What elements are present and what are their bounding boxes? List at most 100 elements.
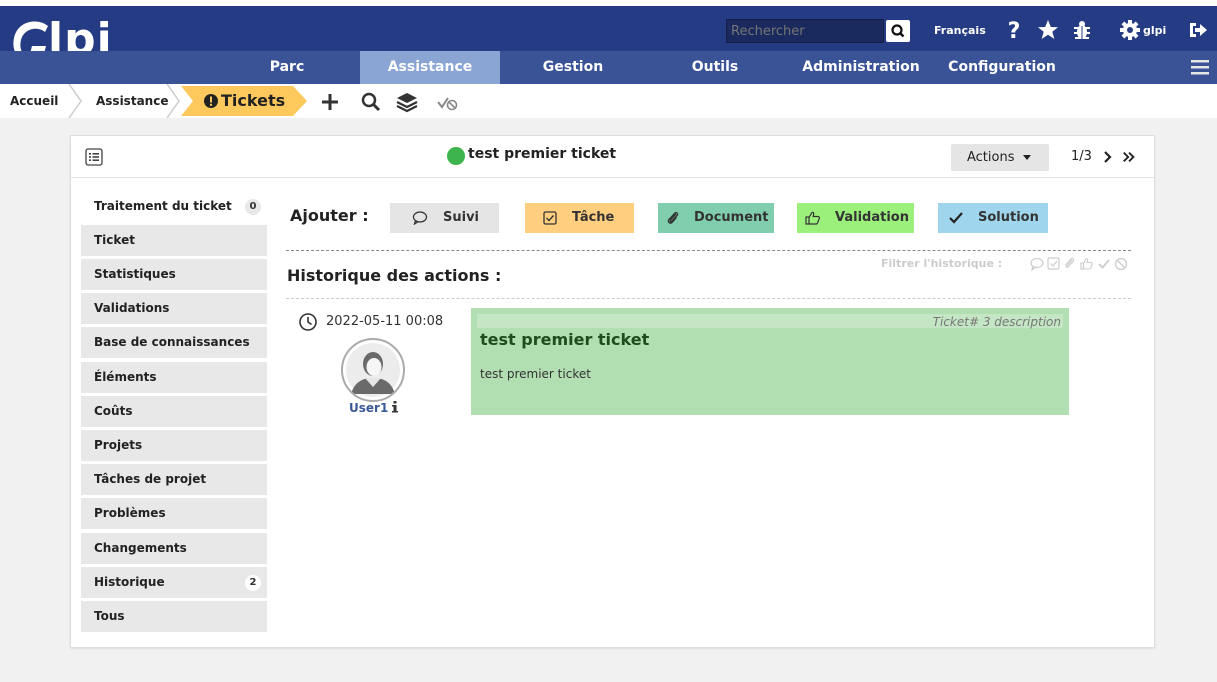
history-user[interactable]: User1 (349, 401, 388, 415)
divider (286, 298, 1131, 299)
breadcrumb-separator-icon (68, 84, 82, 118)
caret-down-icon (1023, 155, 1031, 160)
add-document-button[interactable]: Document (658, 203, 774, 233)
breadcrumb-current-label: Tickets (221, 91, 286, 110)
menu-gestion[interactable]: Gestion (530, 51, 616, 84)
pager-count: 1/3 (1071, 149, 1092, 164)
comment-icon (412, 211, 428, 225)
top-strip (0, 0, 1217, 6)
add-label: Ajouter : (290, 206, 369, 225)
add-task-button[interactable]: Tâche (525, 203, 634, 233)
avatar[interactable] (341, 338, 405, 402)
tab-elements[interactable]: Éléments (81, 362, 267, 393)
tab-label: Projets (94, 438, 143, 452)
ticket-panel: test premier ticket Actions 1/3 Traiteme… (70, 135, 1155, 648)
star-icon[interactable] (1036, 17, 1060, 43)
checkbox-icon (543, 211, 557, 225)
tab-label: Traitement du ticket (94, 199, 232, 213)
tab-taches-projet[interactable]: Tâches de projet (81, 464, 267, 495)
menu-parc[interactable]: Parc (254, 51, 320, 84)
tab-statistiques[interactable]: Statistiques (81, 259, 267, 290)
history-title: Historique des actions : (287, 266, 502, 285)
add-validation-button[interactable]: Validation (797, 203, 914, 233)
logout-icon[interactable] (1186, 17, 1210, 43)
tab-label: Problèmes (94, 506, 166, 520)
clock-icon (299, 313, 317, 331)
layers-icon[interactable] (395, 90, 419, 114)
info-icon[interactable] (390, 400, 400, 414)
tab-projets[interactable]: Projets (81, 430, 267, 461)
tab-badge: 2 (245, 575, 261, 591)
paperclip-icon (667, 211, 679, 224)
menu-outils[interactable]: Outils (675, 51, 755, 84)
language-link[interactable]: Français (934, 20, 986, 42)
breadcrumb-section[interactable]: Assistance (96, 84, 168, 118)
tab-ticket[interactable]: Ticket (81, 225, 267, 256)
breadcrumb-home[interactable]: Accueil (10, 84, 58, 118)
add-icon[interactable] (318, 90, 342, 114)
user-avatar-icon (346, 343, 400, 397)
filter-history-label: Filtrer l'historique : (881, 257, 1003, 270)
list-icon[interactable] (85, 148, 103, 166)
thumbs-up-icon (805, 211, 820, 225)
tab-changements[interactable]: Changements (81, 533, 267, 564)
history-item-meta: Ticket# 3 description (932, 315, 1061, 329)
tab-base-connaissances[interactable]: Base de connaissances (81, 327, 267, 358)
tab-tous[interactable]: Tous (81, 601, 267, 632)
check-ban-icon[interactable] (435, 90, 459, 114)
actions-label: Actions (967, 150, 1015, 165)
menu-configuration[interactable]: Configuration (940, 51, 1064, 84)
search-button[interactable] (886, 20, 910, 42)
tab-label: Ticket (94, 233, 135, 247)
add-followup-label: Suivi (443, 210, 480, 225)
alert-circle-icon (204, 94, 218, 108)
page-title: test premier ticket (468, 146, 617, 162)
user-link[interactable]: glpi (1143, 20, 1166, 42)
tab-label: Statistiques (94, 267, 176, 281)
tab-label: Éléments (94, 370, 157, 384)
tab-label: Coûts (94, 404, 133, 418)
menu-assistance[interactable]: Assistance (360, 51, 500, 84)
check-icon (949, 212, 963, 224)
filter-icons[interactable] (1029, 257, 1133, 271)
gear-icon[interactable] (1118, 17, 1142, 43)
add-solution-label: Solution (978, 210, 1039, 225)
actions-button[interactable]: Actions (951, 144, 1049, 171)
divider (286, 250, 1131, 251)
breadcrumb-current[interactable]: Tickets (181, 86, 307, 116)
menu-administration[interactable]: Administration (796, 51, 926, 84)
breadcrumb-separator-icon (166, 84, 180, 118)
filter-comment-icon[interactable] (1030, 257, 1044, 271)
tab-couts[interactable]: Coûts (81, 396, 267, 427)
svg-text:?: ? (1008, 19, 1021, 43)
tab-badge: 0 (245, 199, 261, 215)
tab-validations[interactable]: Validations (81, 293, 267, 324)
history-item-title: test premier ticket (480, 330, 650, 349)
help-icon[interactable]: ? (1002, 17, 1026, 43)
add-validation-label: Validation (835, 210, 909, 225)
filter-document-icon[interactable] (1065, 257, 1075, 268)
hamburger-menu-icon[interactable] (1190, 58, 1210, 76)
tab-historique[interactable]: Historique 2 (81, 567, 267, 598)
tab-label: Changements (94, 541, 187, 555)
filter-validation-icon[interactable] (1080, 258, 1093, 270)
filter-reset-icon[interactable] (1114, 257, 1128, 271)
panel-header: test premier ticket Actions 1/3 (71, 136, 1154, 178)
double-chevron-right-icon[interactable] (1122, 150, 1136, 164)
filter-task-icon[interactable] (1047, 257, 1060, 270)
tab-label: Tous (94, 609, 125, 623)
tab-traitement[interactable]: Traitement du ticket 0 (81, 191, 267, 222)
history-item[interactable]: Ticket# 3 description test premier ticke… (471, 308, 1069, 415)
tab-label: Base de connaissances (94, 335, 250, 349)
add-solution-button[interactable]: Solution (938, 203, 1048, 233)
search-input[interactable] (726, 19, 884, 43)
add-followup-button[interactable]: Suivi (390, 203, 499, 233)
bug-icon[interactable] (1070, 17, 1094, 43)
filter-solution-icon[interactable] (1098, 259, 1110, 269)
search-icon (891, 24, 905, 38)
history-date: 2022-05-11 00:08 (326, 314, 444, 329)
chevron-right-icon[interactable] (1101, 150, 1115, 164)
tab-problemes[interactable]: Problèmes (81, 498, 267, 529)
add-document-label: Document (694, 210, 769, 225)
search-icon[interactable] (359, 90, 383, 114)
